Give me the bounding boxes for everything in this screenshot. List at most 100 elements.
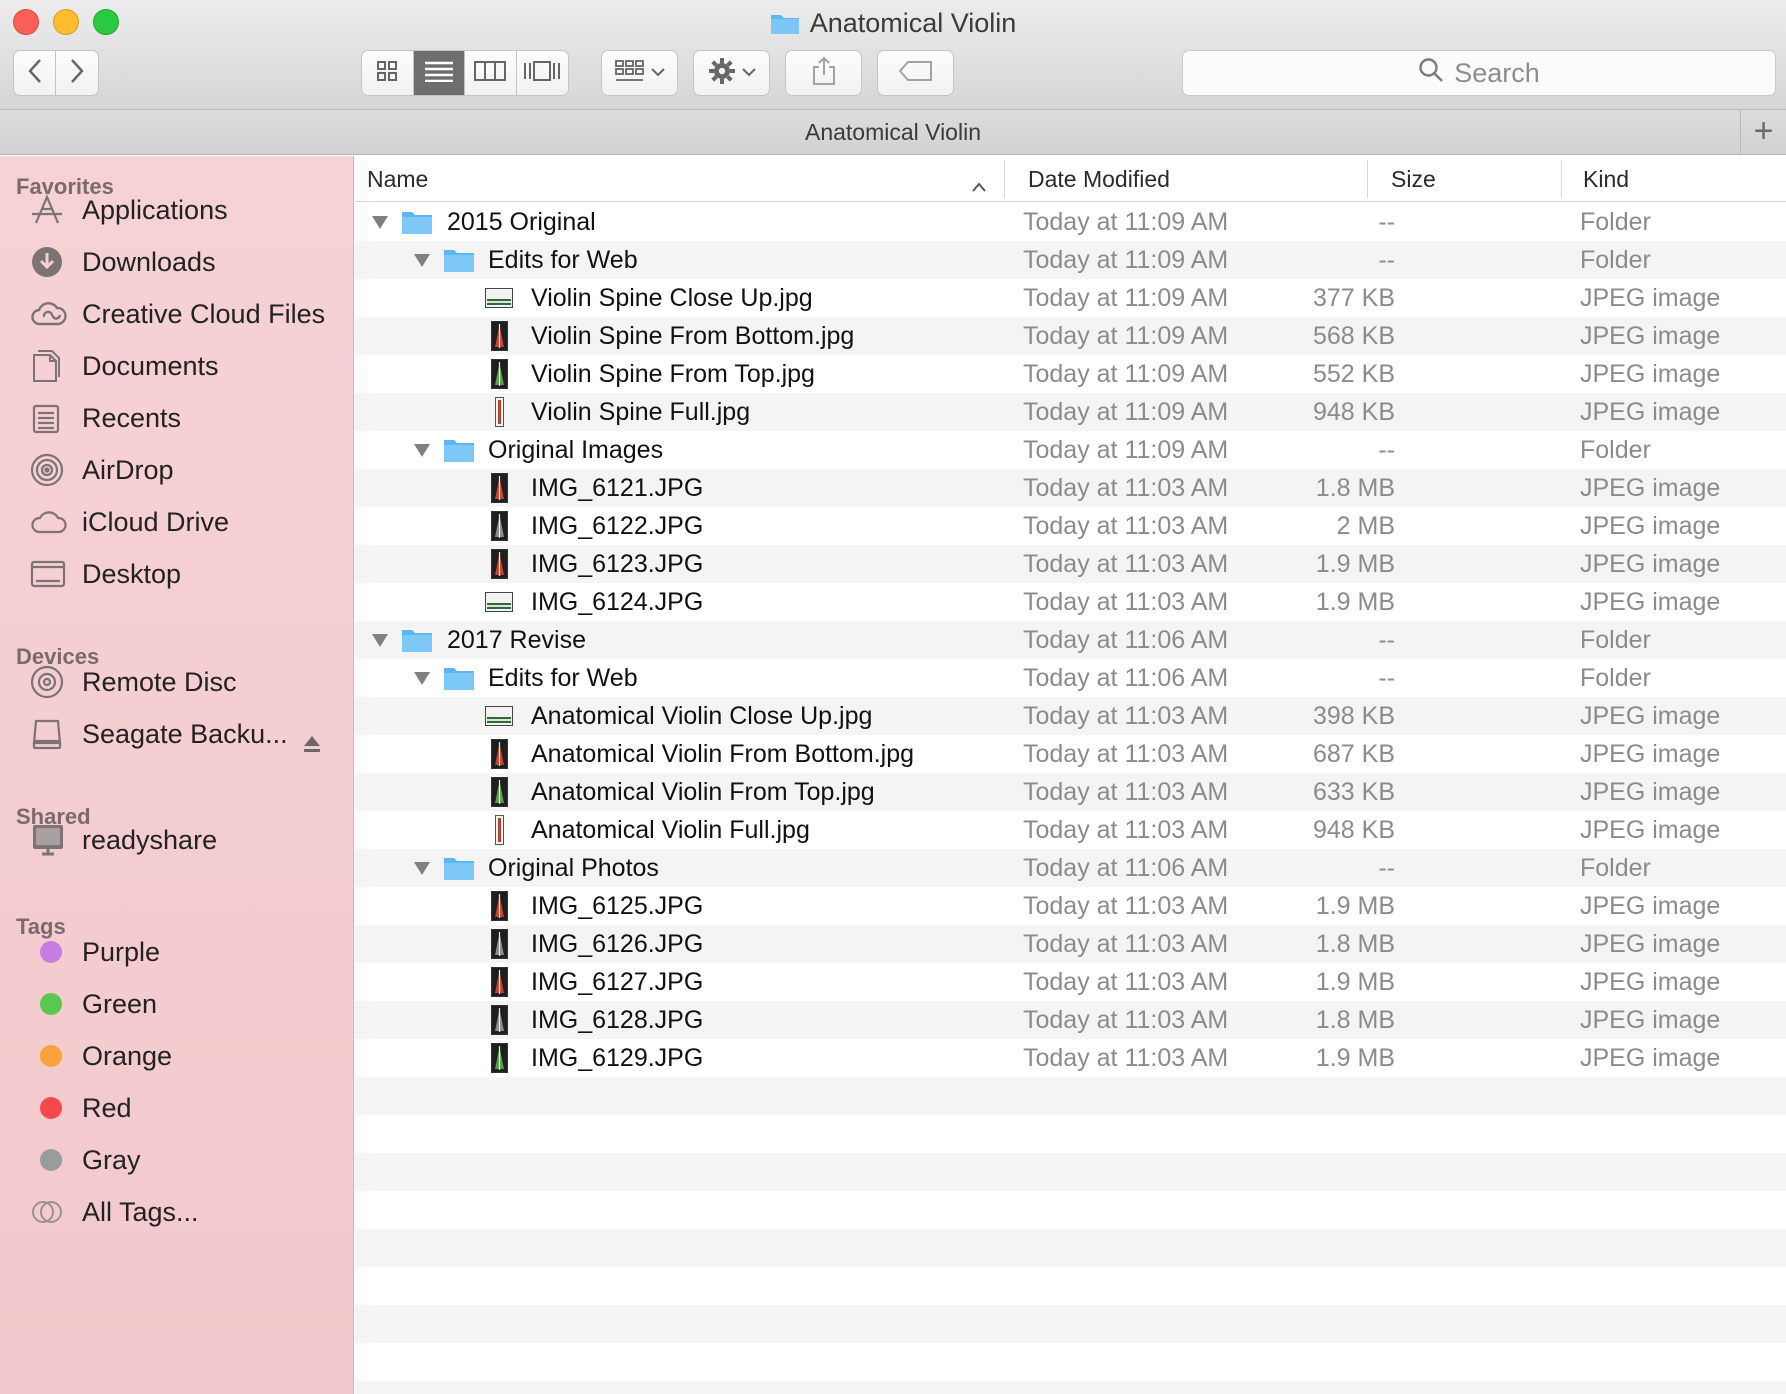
search-field[interactable]: Search xyxy=(1182,50,1776,96)
sidebar-item-label: Gray xyxy=(82,1144,141,1175)
tag-color-dot-icon xyxy=(30,1036,74,1076)
file-row[interactable]: Anatomical Violin Close Up.jpg Today at 1… xyxy=(355,697,1786,735)
sidebar-tag-gray[interactable]: Gray xyxy=(30,1140,141,1180)
file-size-value: 377 KB xyxy=(1312,284,1395,312)
sidebar-item-readyshare[interactable]: readyshare xyxy=(30,820,217,860)
file-row[interactable]: IMG_6124.JPG Today at 11:03 AM 1.9 MB JPEG … xyxy=(355,583,1786,621)
sidebar-item-airdrop[interactable]: AirDrop xyxy=(30,450,174,490)
file-size-value: 1.8 MB xyxy=(1315,930,1395,958)
applications-icon xyxy=(30,190,74,230)
image-thumbnail-icon xyxy=(491,473,508,503)
sidebar-tag-green[interactable]: Green xyxy=(30,984,157,1024)
file-kind: JPEG image xyxy=(1580,474,1721,502)
file-row[interactable]: IMG_6128.JPG Today at 11:03 AM 1.8 MB JPEG … xyxy=(355,1001,1786,1039)
sidebar-item-seagate-backup[interactable]: Seagate Backu... xyxy=(30,714,288,754)
file-row[interactable]: IMG_6129.JPG Today at 11:03 AM 1.9 MB JPEG … xyxy=(355,1039,1786,1077)
file-row[interactable]: Violin Spine Close Up.jpg Today at 11:09 … xyxy=(355,279,1786,317)
image-thumbnail-icon xyxy=(495,397,504,427)
folder-row[interactable]: Original Images Today at 11:09 AM -- Folder xyxy=(355,431,1786,469)
sidebar-item-documents[interactable]: Documents xyxy=(30,346,219,386)
file-row[interactable]: Anatomical Violin Full.jpg Today at 11:03… xyxy=(355,811,1786,849)
sidebar-item-remote-disc[interactable]: Remote Disc xyxy=(30,662,237,702)
empty-list-row xyxy=(355,1267,1786,1305)
disclosure-triangle-icon[interactable] xyxy=(372,216,388,229)
disclosure-triangle-icon[interactable] xyxy=(372,634,388,647)
file-row[interactable]: IMG_6125.JPG Today at 11:03 AM 1.9 MB JPEG … xyxy=(355,887,1786,925)
file-row[interactable]: Anatomical Violin From Top.jpg Today at 1… xyxy=(355,773,1786,811)
column-header-name-label: Name xyxy=(367,166,429,192)
arrange-button[interactable] xyxy=(601,50,678,96)
file-row[interactable]: IMG_6126.JPG Today at 11:03 AM 1.8 MB JPEG … xyxy=(355,925,1786,963)
sidebar-item-recents[interactable]: Recents xyxy=(30,398,181,438)
file-name: 2017 Revise xyxy=(447,626,586,654)
sidebar-all-tags[interactable]: All Tags... xyxy=(30,1192,199,1232)
file-row[interactable]: Violin Spine Full.jpg Today at 11:09 AM 94… xyxy=(355,393,1786,431)
sidebar-item-label: readyshare xyxy=(82,824,218,855)
sidebar-item-label: Recents xyxy=(82,402,182,433)
column-divider[interactable] xyxy=(1004,160,1005,198)
file-name: IMG_6121.JPG xyxy=(531,474,704,502)
sidebar-item-applications[interactable]: Applications xyxy=(30,190,228,230)
column-divider[interactable] xyxy=(1367,160,1368,198)
disclosure-triangle-icon[interactable] xyxy=(414,862,430,875)
disclosure-triangle-icon[interactable] xyxy=(414,444,430,457)
folder-row[interactable]: Original Photos Today at 11:06 AM -- Folder xyxy=(355,849,1786,887)
disclosure-triangle-icon[interactable] xyxy=(414,672,430,685)
file-kind: JPEG image xyxy=(1580,398,1721,426)
sidebar-item-label: Documents xyxy=(82,350,219,381)
image-thumbnail-icon xyxy=(491,511,508,541)
file-list: Name Date Modified Size Kind 2015 Origin… xyxy=(355,156,1786,1394)
eject-icon[interactable] xyxy=(302,734,322,760)
drive-icon xyxy=(30,714,74,754)
sidebar-item-icloud-drive[interactable]: iCloud Drive xyxy=(30,502,229,542)
sidebar-item-desktop[interactable]: Desktop xyxy=(30,554,181,594)
search-placeholder: Search xyxy=(1454,57,1540,88)
column-divider[interactable] xyxy=(1561,160,1562,198)
empty-list-row xyxy=(355,1191,1786,1229)
file-kind: Folder xyxy=(1580,664,1651,692)
sidebar-item-label: Orange xyxy=(82,1040,173,1071)
list-view-button[interactable] xyxy=(413,51,465,95)
share-button[interactable] xyxy=(785,50,862,96)
folder-row[interactable]: Edits for Web Today at 11:09 AM -- Folder xyxy=(355,241,1786,279)
column-header-date[interactable]: Date Modified xyxy=(1028,156,1308,202)
column-header-name[interactable]: Name xyxy=(367,156,967,202)
current-folder-tab[interactable]: Anatomical Violin xyxy=(805,119,981,145)
column-header-kind[interactable]: Kind xyxy=(1583,156,1763,202)
action-menu-button[interactable] xyxy=(693,50,770,96)
airdrop-icon xyxy=(30,450,74,490)
file-row[interactable]: IMG_6123.JPG Today at 11:03 AM 1.9 MB JPEG … xyxy=(355,545,1786,583)
folder-row[interactable]: 2015 Original Today at 11:09 AM -- Folder xyxy=(355,203,1786,241)
file-kind: Folder xyxy=(1580,208,1651,236)
icon-grid-icon xyxy=(376,60,398,87)
file-name: Edits for Web xyxy=(488,664,638,692)
share-icon xyxy=(811,56,837,91)
icon-view-button[interactable] xyxy=(362,51,414,95)
sidebar-tag-red[interactable]: Red xyxy=(30,1088,132,1128)
file-row[interactable]: IMG_6122.JPG Today at 11:03 AM 2 MB JPEG im… xyxy=(355,507,1786,545)
sidebar-tag-purple[interactable]: Purple xyxy=(30,932,160,972)
file-row[interactable]: IMG_6121.JPG Today at 11:03 AM 1.8 MB JPEG … xyxy=(355,469,1786,507)
edit-tags-button[interactable] xyxy=(877,50,954,96)
file-row[interactable]: IMG_6127.JPG Today at 11:03 AM 1.9 MB JPEG … xyxy=(355,963,1786,1001)
back-button[interactable] xyxy=(14,51,56,95)
tag-color-dot-icon xyxy=(30,1088,74,1128)
file-kind: Folder xyxy=(1580,246,1651,274)
columns-icon xyxy=(474,60,507,87)
forward-button[interactable] xyxy=(56,51,98,95)
sidebar-tag-orange[interactable]: Orange xyxy=(30,1036,172,1076)
folder-row[interactable]: Edits for Web Today at 11:06 AM -- Folder xyxy=(355,659,1786,697)
file-row[interactable]: Violin Spine From Bottom.jpg Today at 11:… xyxy=(355,317,1786,355)
column-header-size[interactable]: Size xyxy=(1391,156,1541,202)
sidebar-item-creative-cloud[interactable]: Creative Cloud Files xyxy=(30,294,325,334)
folder-row[interactable]: 2017 Revise Today at 11:06 AM -- Folder xyxy=(355,621,1786,659)
new-tab-button[interactable]: + xyxy=(1740,110,1786,154)
column-view-button[interactable] xyxy=(465,51,517,95)
disclosure-triangle-icon[interactable] xyxy=(414,254,430,267)
file-size-value: 633 KB xyxy=(1312,778,1395,806)
window-title: Anatomical Violin xyxy=(0,6,1786,43)
file-row[interactable]: Anatomical Violin From Bottom.jpg Today a… xyxy=(355,735,1786,773)
cover-flow-view-button[interactable] xyxy=(517,51,569,95)
sidebar-item-downloads[interactable]: Downloads xyxy=(30,242,216,282)
file-row[interactable]: Violin Spine From Top.jpg Today at 11:09 … xyxy=(355,355,1786,393)
